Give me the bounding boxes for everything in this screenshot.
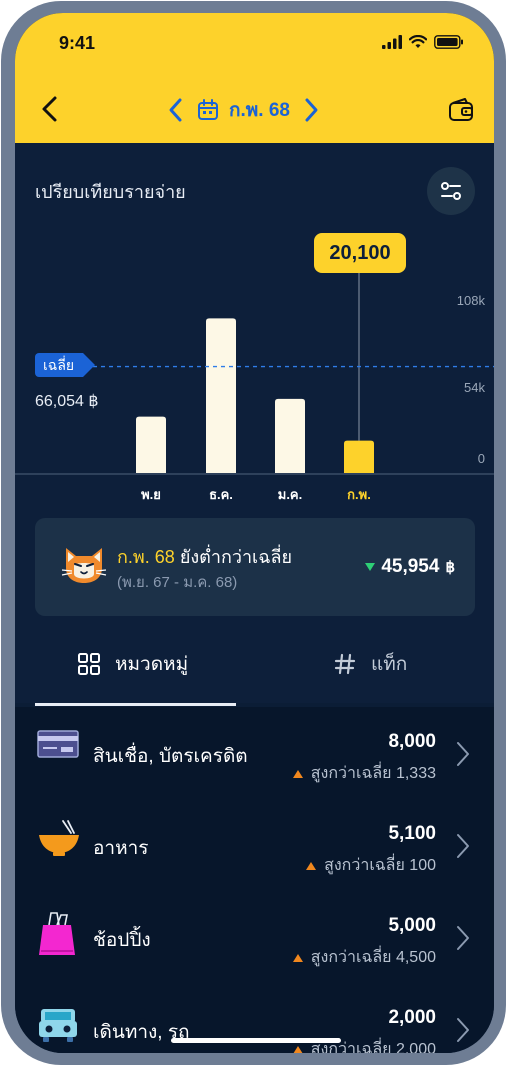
tab-tags-label: แท็ก [371, 654, 408, 675]
category-note-text: สูงกว่าเฉลี่ย 100 [324, 857, 436, 874]
category-amount: 5,000 [388, 915, 436, 936]
panel-title: เปรียบเทียบรายจ่าย [35, 182, 186, 202]
average-tag-label: เฉลี่ย [43, 356, 74, 373]
down-triangle-icon [365, 563, 376, 571]
signal-icon [382, 35, 402, 49]
category-amount: 8,000 [388, 731, 436, 752]
car-icon [39, 1009, 77, 1042]
y-tick-label: 54k [464, 380, 485, 395]
screen: 9:41 ก.พ. 68 เปรียบเทียบรายจ่าย 108k 54k… [15, 13, 494, 1053]
hash-icon [334, 653, 356, 675]
chart-bar [136, 416, 166, 473]
x-tick-label: ธ.ค. [209, 487, 233, 502]
chevron-right-icon [457, 926, 469, 950]
category-note: สูงกว่าเฉลี่ย 1,333 [292, 761, 436, 786]
status-time: 9:41 [59, 33, 96, 53]
tabs: หมวดหมู่ แท็ก [15, 633, 494, 705]
list-item[interactable]: ช้อปปิ้ง 5,000 สูงกว่าเฉลี่ย 4,500 [15, 891, 494, 983]
average-tag: เฉลี่ย [35, 353, 95, 377]
credit-card-icon [37, 730, 79, 758]
summary-diff-value: 45,954 [381, 556, 440, 577]
chart-bar [275, 398, 305, 473]
category-list: สินเชื่อ, บัตรเครดิต 8,000 สูงกว่าเฉลี่ย… [15, 707, 494, 1053]
chevron-right-icon [457, 834, 469, 858]
summary-text: ยังต่ำกว่าเฉลี่ย [179, 547, 293, 567]
x-tick-label: ก.พ. [347, 487, 371, 502]
shopping-bag-icon [39, 912, 75, 955]
up-triangle-icon [306, 861, 317, 870]
back-icon[interactable] [37, 95, 63, 123]
cat-mascot-icon [61, 548, 107, 583]
chevron-right-icon [457, 1018, 469, 1042]
y-tick-label: 108k [457, 293, 486, 308]
y-tick-label: 0 [478, 451, 485, 466]
active-tab-indicator [35, 703, 236, 706]
battery-icon [434, 35, 463, 49]
tab-categories-label: หมวดหมู่ [115, 654, 189, 675]
chevron-right-icon [457, 742, 469, 766]
prev-month-icon[interactable] [165, 96, 187, 124]
next-month-icon[interactable] [300, 96, 322, 124]
category-name: อาหาร [93, 838, 149, 859]
up-triangle-icon [292, 953, 303, 962]
average-value: 66,054 ฿ [35, 393, 99, 410]
selected-value-tooltip: 20,100 [314, 233, 406, 273]
comparison-panel: เปรียบเทียบรายจ่าย 108k 54k 0 พ.ย ธ.ค. ม.ค. ก.… [15, 143, 494, 703]
category-amount: 5,100 [388, 823, 436, 844]
month-label[interactable]: ก.พ. 68 [229, 95, 290, 125]
summary-card[interactable]: ก.พ. 68 ยังต่ำกว่าเฉลี่ย (พ.ย. 67 - ม.ค.… [35, 518, 475, 616]
tab-tags[interactable]: แท็ก [333, 649, 407, 679]
up-triangle-icon [292, 1045, 303, 1053]
category-amount: 2,000 [388, 1007, 436, 1028]
filter-button[interactable] [427, 167, 475, 215]
chart-bar [344, 440, 374, 473]
summary-headline: ก.พ. 68 ยังต่ำกว่าเฉลี่ย [117, 542, 292, 571]
category-note-text: สูงกว่าเฉลี่ย 4,500 [310, 949, 436, 966]
summary-difference: 45,954 ฿ [365, 556, 455, 578]
grid-icon [78, 653, 100, 675]
food-bowl-icon [39, 820, 79, 856]
sliders-icon [441, 182, 461, 200]
summary-currency: ฿ [445, 559, 455, 576]
device-frame: 9:41 ก.พ. 68 เปรียบเทียบรายจ่าย 108k 54k… [1, 1, 506, 1065]
list-item[interactable]: สินเชื่อ, บัตรเครดิต 8,000 สูงกว่าเฉลี่ย… [15, 707, 494, 799]
x-tick-label: พ.ย [141, 487, 161, 502]
tab-categories[interactable]: หมวดหมู่ [77, 649, 188, 679]
header-bar: 9:41 ก.พ. 68 [15, 13, 494, 143]
month-selector: ก.พ. 68 [165, 95, 322, 125]
wallet-icon[interactable] [448, 97, 474, 123]
category-note: สูงกว่าเฉลี่ย 100 [306, 853, 436, 878]
calendar-icon[interactable] [197, 99, 219, 121]
home-indicator[interactable] [171, 1038, 341, 1043]
category-name: ช้อปปิ้ง [93, 930, 151, 951]
summary-range: (พ.ย. 67 - ม.ค. 68) [117, 574, 238, 591]
up-triangle-icon [292, 769, 303, 778]
wifi-icon [409, 35, 427, 48]
chart-bar [206, 318, 236, 473]
summary-month: ก.พ. 68 [117, 547, 175, 567]
category-note-text: สูงกว่าเฉลี่ย 1,333 [310, 765, 436, 782]
category-note: สูงกว่าเฉลี่ย 4,500 [292, 945, 436, 970]
status-icons [382, 35, 464, 49]
x-tick-label: ม.ค. [278, 487, 303, 502]
list-item[interactable]: อาหาร 5,100 สูงกว่าเฉลี่ย 100 [15, 799, 494, 891]
category-name: สินเชื่อ, บัตรเครดิต [93, 746, 248, 767]
